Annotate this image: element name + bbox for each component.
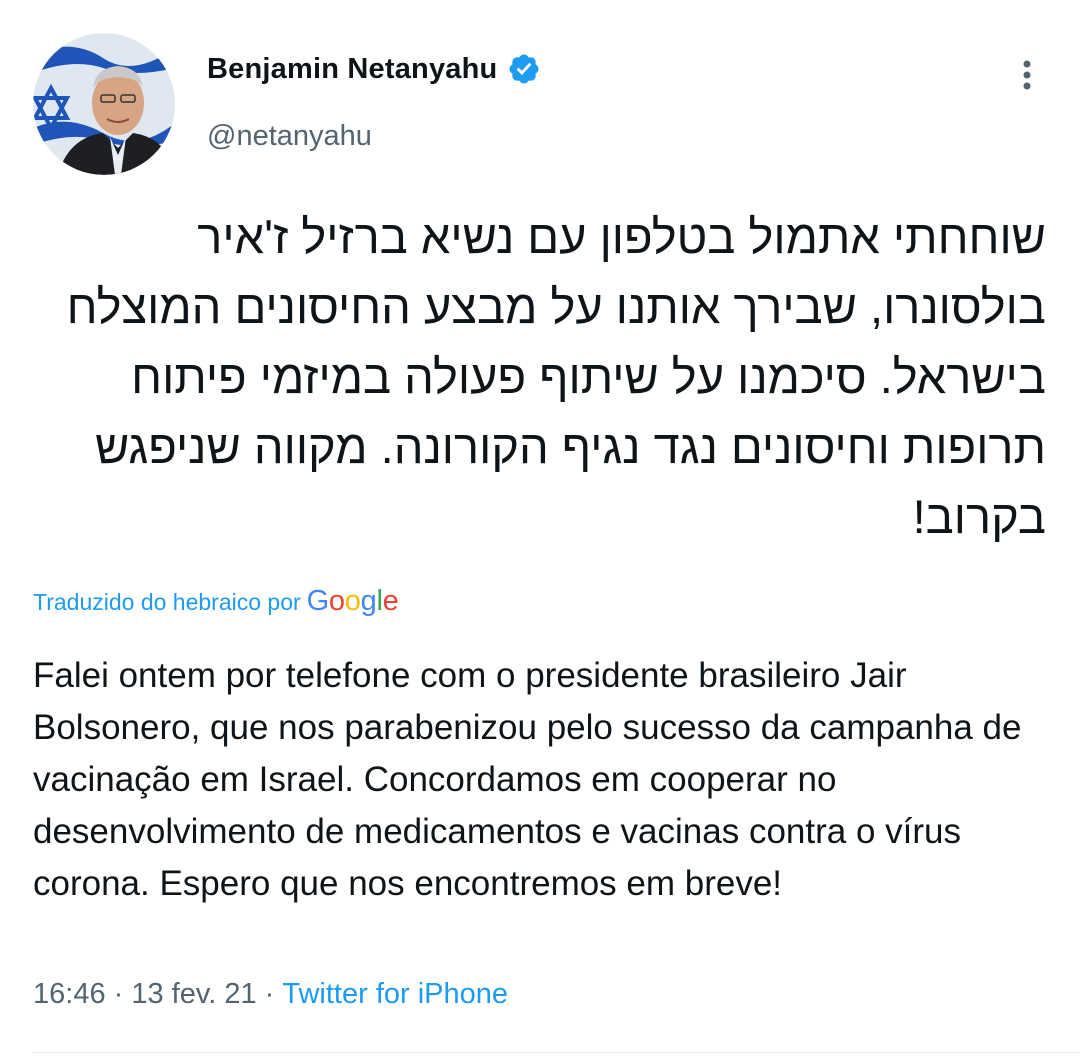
- verified-badge-icon: [509, 54, 539, 84]
- tweet-date[interactable]: 13 fev. 21: [131, 978, 256, 1011]
- tweet-translated-text: Falei ontem por telefone com o president…: [33, 656, 1022, 903]
- author-name-row[interactable]: Benjamin Netanyahu: [207, 52, 541, 86]
- tweet-time[interactable]: 16:46: [33, 978, 106, 1011]
- tweet-original-text: שוחחתי אתמול בטלפון עם נשיא ברזיל ז'איר …: [66, 210, 1046, 543]
- more-vertical-icon: [1023, 60, 1031, 90]
- divider: [33, 1052, 1080, 1053]
- profile-photo-icon: [33, 33, 175, 175]
- avatar[interactable]: [33, 33, 175, 175]
- meta-separator: ·: [256, 978, 283, 1010]
- tweet-metadata: 16:46 · 13 fev. 21 · Twitter for iPhone: [33, 978, 508, 1011]
- google-logo: Google: [306, 585, 399, 617]
- meta-separator: ·: [105, 978, 132, 1010]
- translation-attribution: Traduzido do hebraico por Google: [33, 585, 399, 618]
- tweet-source-link[interactable]: Twitter for iPhone: [282, 978, 508, 1011]
- translation-label: Traduzido do hebraico por: [33, 589, 301, 615]
- author-handle[interactable]: @netanyahu: [207, 120, 372, 153]
- display-name[interactable]: Benjamin Netanyahu: [207, 53, 497, 86]
- tweet-card: Benjamin Netanyahu @netanyahu שוחחתי אתמ…: [0, 0, 1080, 1062]
- more-options-button[interactable]: [1012, 56, 1042, 96]
